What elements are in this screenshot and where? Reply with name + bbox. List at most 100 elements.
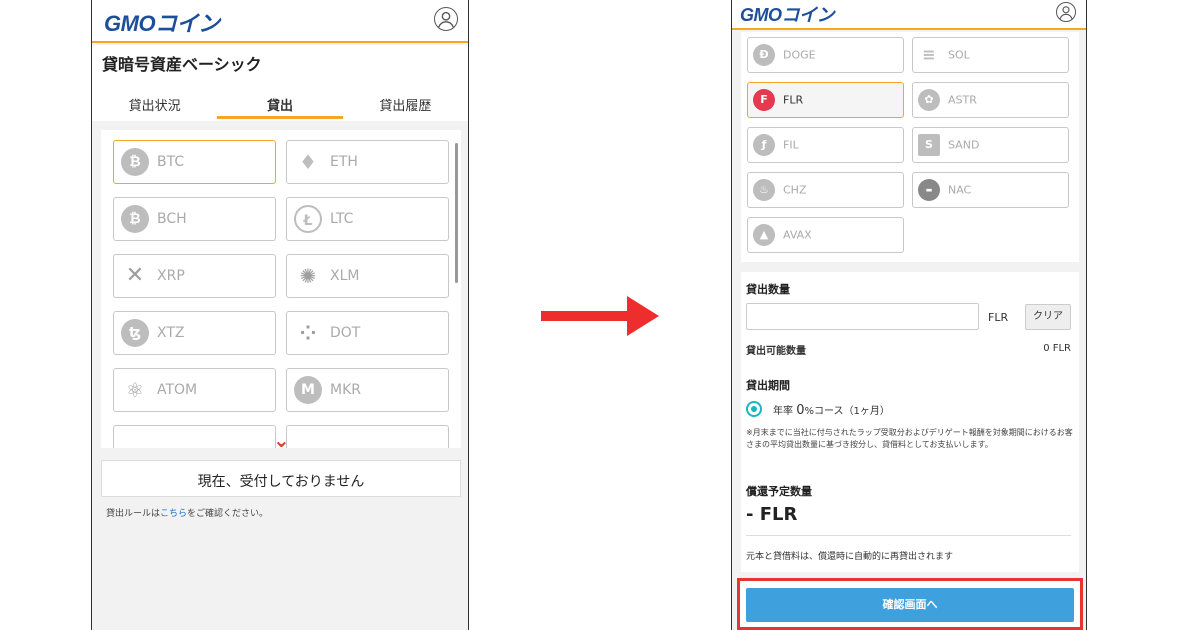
coin-flr[interactable]: F FLR <box>747 82 904 118</box>
tab-lending-status[interactable]: 貸出状況 <box>92 83 217 121</box>
avalanche-icon: ▲ <box>753 224 775 246</box>
litecoin-icon: Ł <box>294 205 322 233</box>
account-icon[interactable] <box>434 7 458 31</box>
coin-label: AVAX <box>783 228 812 242</box>
gmo-coin-logo[interactable]: GMOコイン <box>740 1 835 27</box>
coin-atom[interactable]: ⚛ ATOM <box>113 368 276 412</box>
course-label[interactable]: 年率 0%コース（1ヶ月） <box>773 402 890 418</box>
coin-sol[interactable]: ≡ SOL <box>912 37 1069 73</box>
bitcoin-cash-icon: ₿ <box>121 205 149 233</box>
stellar-icon: ✺ <box>299 264 317 288</box>
tab-lend[interactable]: 貸出 <box>217 83 343 121</box>
app-header: GMOコイン <box>732 0 1086 30</box>
coin-partial[interactable] <box>113 425 276 448</box>
amount-input[interactable] <box>746 303 979 330</box>
coin-doge[interactable]: Ð DOGE <box>747 37 904 73</box>
coin-label: XLM <box>330 268 360 284</box>
coin-xtz[interactable]: ꜩ XTZ <box>113 311 276 355</box>
repay-value: - FLR <box>746 504 798 525</box>
clear-button[interactable]: クリア <box>1025 304 1071 330</box>
coin-bch[interactable]: ₿ BCH <box>113 197 276 241</box>
coin-chz[interactable]: ♨ CHZ <box>747 172 904 208</box>
coin-label: SAND <box>948 138 980 152</box>
arrow-right-icon <box>541 296 659 336</box>
maker-icon: M <box>294 376 322 404</box>
app-header: GMOコイン <box>92 0 468 43</box>
chevron-down-icon[interactable]: ⌄ <box>273 430 290 450</box>
coin-xrp[interactable]: ✕ XRP <box>113 254 276 298</box>
amount-unit: FLR <box>988 311 1009 324</box>
filecoin-icon: ƒ <box>753 134 775 156</box>
coin-xlm[interactable]: ✺ XLM <box>286 254 449 298</box>
coin-astr[interactable]: ✿ ASTR <box>912 82 1069 118</box>
gmo-coin-logo[interactable]: GMOコイン <box>104 6 220 38</box>
page-title: 貸暗号資産ベーシック <box>92 45 468 83</box>
coin-label: ATOM <box>157 382 198 398</box>
coin-label: DOT <box>330 325 361 341</box>
divider <box>746 535 1071 536</box>
available-value: 0 FLR <box>1043 343 1071 354</box>
amount-label: 貸出数量 <box>746 283 790 296</box>
tab-lending-history[interactable]: 貸出履歴 <box>343 83 468 121</box>
coin-btc[interactable]: ₿ BTC <box>113 140 276 184</box>
chiliz-icon: ♨ <box>753 179 775 201</box>
coin-avax[interactable]: ▲ AVAX <box>747 217 904 253</box>
coin-label: LTC <box>330 211 354 227</box>
sandbox-icon: S <box>918 134 940 156</box>
coin-label: FLR <box>783 93 804 107</box>
coin-grid: Ð DOGE ≡ SOL F FLR ✿ ASTR ƒ FIL S SAND ♨ CHZ ▬ N… <box>741 32 1079 262</box>
course-prefix: 年率 <box>773 406 797 417</box>
coin-grid: ₿ BTC ♦ ETH ₿ BCH Ł LTC ✕ XRP ✺ XLM ꜩ XTZ ⁘ DOT … <box>101 130 461 448</box>
coin-label: NAC <box>948 183 972 197</box>
coin-label: MKR <box>330 382 361 398</box>
available-label: 貸出可能数量 <box>746 346 806 357</box>
coin-nac[interactable]: ▬ NAC <box>912 172 1069 208</box>
coin-eth[interactable]: ♦ ETH <box>286 140 449 184</box>
course-suffix: %コース（1ヶ月） <box>804 406 890 417</box>
ethereum-icon: ♦ <box>299 150 317 174</box>
coin-dot[interactable]: ⁘ DOT <box>286 311 449 355</box>
rule-suffix: をご確認ください。 <box>187 509 269 519</box>
coin-partial[interactable] <box>286 425 449 448</box>
xrp-icon: ✕ <box>125 263 145 288</box>
coin-label: BTC <box>157 154 185 170</box>
coin-sand[interactable]: S SAND <box>912 127 1069 163</box>
confirm-highlight-frame: 確認画面へ <box>737 578 1083 630</box>
coin-label: XRP <box>157 268 185 284</box>
rule-prefix: 貸出ルールは <box>106 509 161 519</box>
coin-mkr[interactable]: M MKR <box>286 368 449 412</box>
polkadot-icon: ⁘ <box>299 321 317 345</box>
coin-fil[interactable]: ƒ FIL <box>747 127 904 163</box>
rule-link[interactable]: こちら <box>160 509 187 519</box>
period-label: 貸出期間 <box>746 379 790 392</box>
coin-label: BCH <box>157 211 187 227</box>
coin-label: ETH <box>330 154 358 170</box>
coin-label: DOGE <box>783 48 816 62</box>
coin-label: ASTR <box>948 93 977 107</box>
not-accepting-button[interactable]: 現在、受付しておりません <box>101 460 461 497</box>
tab-bar: 貸出状況 貸出 貸出履歴 <box>92 83 468 121</box>
left-phone-screen: GMOコイン 貸暗号資産ベーシック 貸出状況 貸出 貸出履歴 ₿ BTC ♦ ETH… <box>91 0 469 630</box>
bitcoin-icon: ₿ <box>121 148 149 176</box>
confirm-button[interactable]: 確認画面へ <box>746 588 1074 622</box>
coin-grid-scrollbar[interactable] <box>455 143 458 283</box>
repay-label: 償還予定数量 <box>746 485 812 498</box>
course-note: ※月末までに当社に付与されたラップ受取分およびデリゲート報酬を対象期間におけるお… <box>746 428 1073 449</box>
right-phone-screen: GMOコイン Ð DOGE ≡ SOL F FLR ✿ ASTR ƒ FIL S SAND … <box>731 0 1087 630</box>
dogecoin-icon: Ð <box>753 44 775 66</box>
cosmos-icon: ⚛ <box>126 378 144 402</box>
lending-form: 貸出数量 FLR クリア 貸出可能数量 0 FLR 貸出期間 年率 0%コース（… <box>741 272 1079 572</box>
coin-label: XTZ <box>157 325 185 341</box>
solana-icon: ≡ <box>922 45 936 64</box>
coin-label: CHZ <box>783 183 807 197</box>
auto-relend-text: 元本と貸借料は、償還時に自動的に再貸出されます <box>746 552 954 562</box>
lending-rule-text: 貸出ルールはこちらをご確認ください。 <box>106 506 268 519</box>
coin-label: FIL <box>783 138 799 152</box>
coin-label: SOL <box>948 48 970 62</box>
account-icon[interactable] <box>1056 2 1076 22</box>
nac-icon: ▬ <box>918 179 940 201</box>
astar-icon: ✿ <box>918 89 940 111</box>
course-radio[interactable] <box>746 401 762 417</box>
tezos-icon: ꜩ <box>121 319 149 347</box>
coin-ltc[interactable]: Ł LTC <box>286 197 449 241</box>
